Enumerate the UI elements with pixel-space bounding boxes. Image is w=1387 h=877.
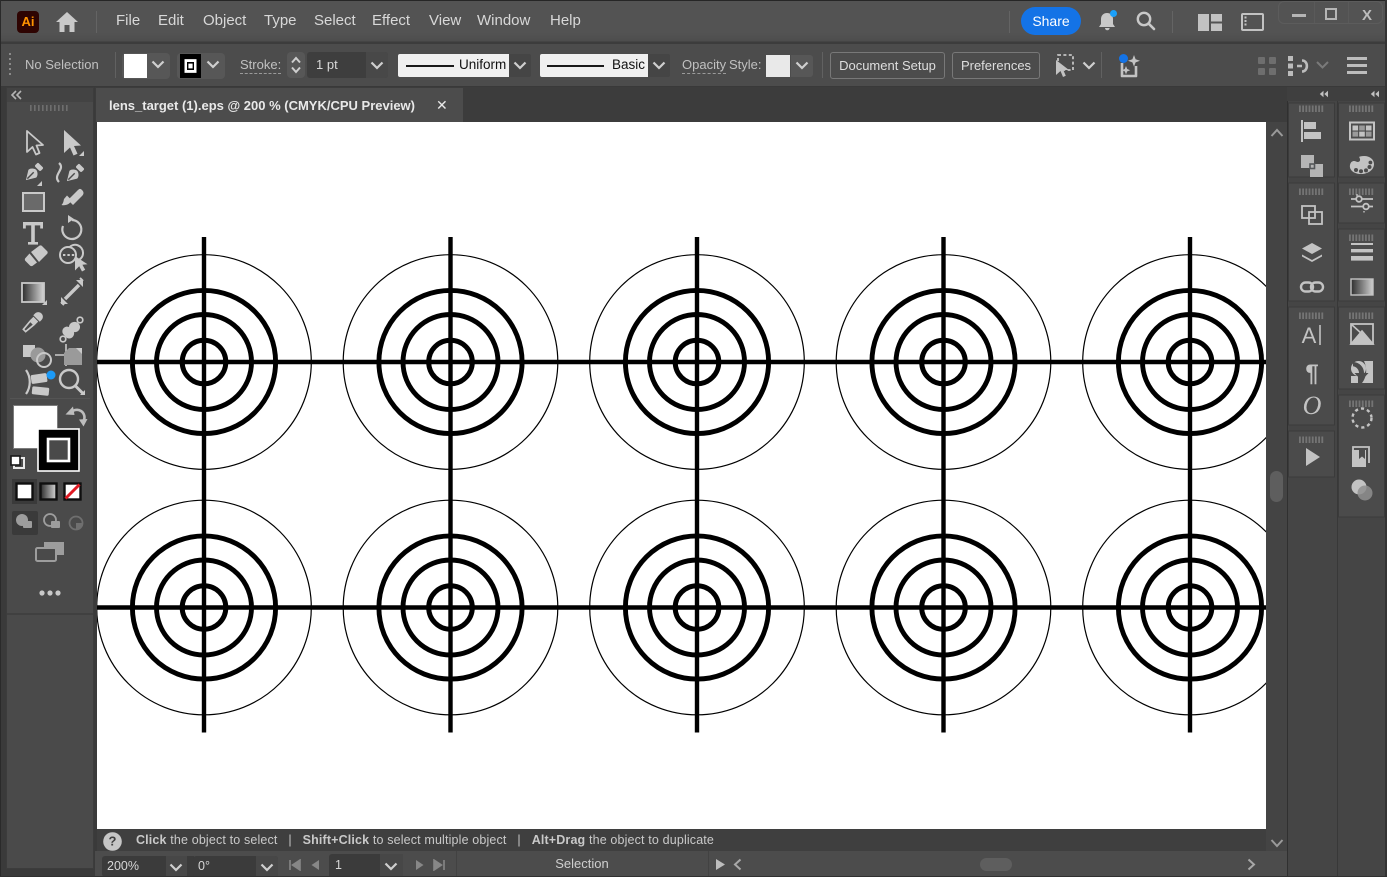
svg-text:¶: ¶ — [1305, 360, 1318, 387]
svg-text:?: ? — [108, 834, 116, 849]
svg-text:O: O — [1303, 391, 1322, 420]
svg-text:A: A — [1302, 323, 1317, 348]
